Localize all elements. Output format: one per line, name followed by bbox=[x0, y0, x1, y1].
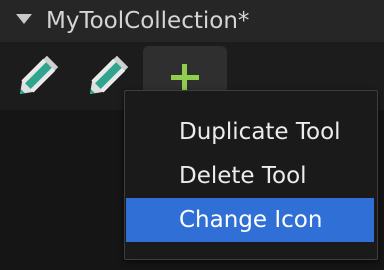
menu-item-change-icon[interactable]: Change Icon bbox=[126, 198, 374, 242]
menu-item-label: Delete Tool bbox=[179, 163, 307, 189]
menu-item-label: Change Icon bbox=[179, 207, 323, 233]
menu-item-delete-tool[interactable]: Delete Tool bbox=[126, 154, 374, 198]
triangle-down-icon[interactable] bbox=[16, 14, 32, 24]
tool-button-1[interactable] bbox=[4, 46, 68, 106]
menu-item-duplicate-tool[interactable]: Duplicate Tool bbox=[126, 110, 374, 154]
pencil-icon bbox=[20, 55, 59, 94]
collection-title: MyToolCollection* bbox=[46, 8, 250, 34]
menu-item-label: Duplicate Tool bbox=[179, 119, 341, 145]
context-menu: Duplicate Tool Delete Tool Change Icon bbox=[124, 90, 378, 260]
collection-header[interactable]: MyToolCollection* bbox=[0, 0, 384, 42]
